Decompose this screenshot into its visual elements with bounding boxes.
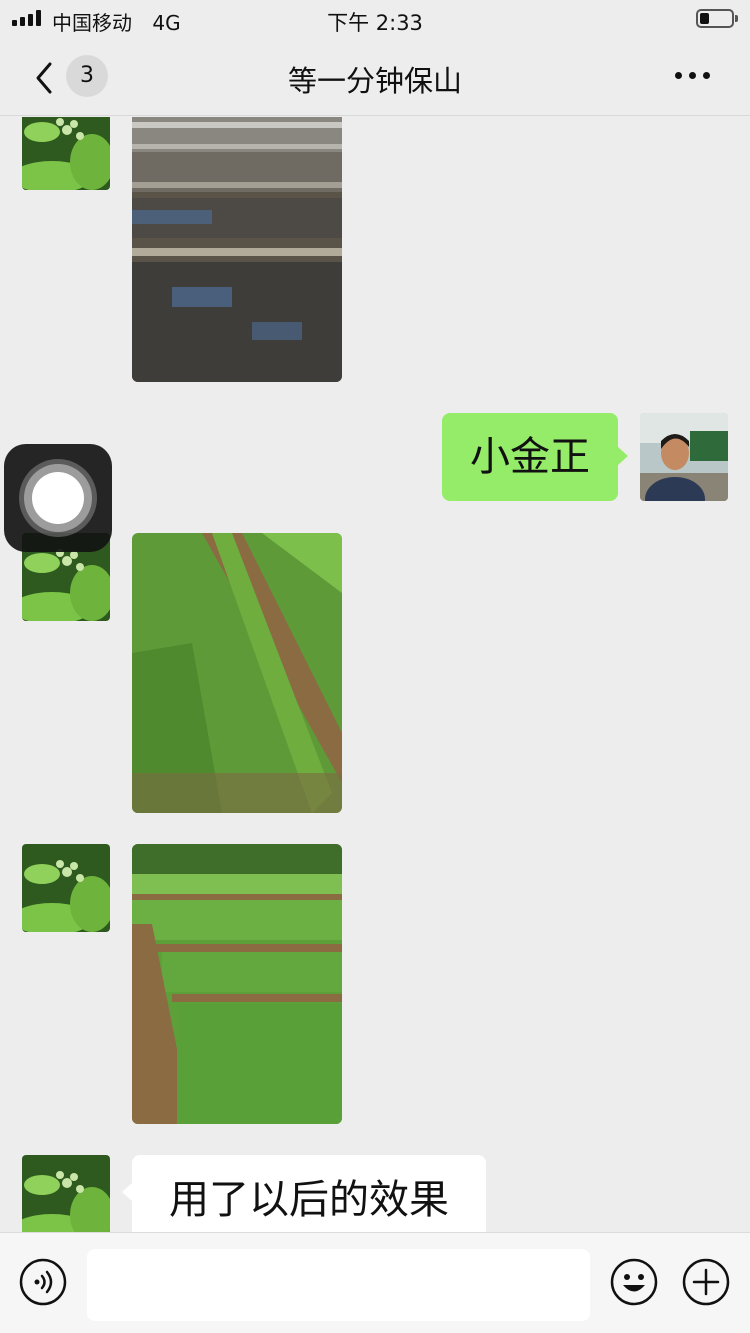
message-input[interactable] — [87, 1249, 590, 1321]
assistive-touch-button[interactable] — [4, 444, 112, 552]
chat-header: 3 等一分钟保山 — [0, 38, 750, 116]
leaf-avatar-icon — [22, 1155, 110, 1232]
status-bar: 中国移动 4G 下午 2:33 — [0, 0, 750, 38]
emoji-icon[interactable] — [610, 1258, 658, 1306]
green-field-photo[interactable] — [132, 533, 342, 813]
leaf-avatar-icon — [22, 844, 110, 932]
plus-icon[interactable] — [682, 1258, 730, 1306]
user-photo-avatar-icon — [640, 413, 728, 501]
muddy-field-photo[interactable] — [132, 117, 342, 382]
clock: 下午 2:33 — [327, 11, 423, 35]
contact-avatar[interactable] — [22, 117, 110, 190]
green-terrace-photo[interactable] — [132, 844, 342, 1124]
more-icon[interactable] — [675, 72, 710, 79]
chat-title: 等一分钟保山 — [287, 64, 462, 98]
contact-message-bubble[interactable]: 用了以后的效果 — [122, 1155, 486, 1232]
contact-avatar[interactable] — [22, 1155, 110, 1232]
my-avatar[interactable] — [640, 413, 728, 501]
voice-icon[interactable] — [19, 1258, 67, 1306]
message-list[interactable]: 小金正 用了以后的效果 — [0, 117, 750, 1232]
leaf-avatar-icon — [22, 117, 110, 190]
contact-avatar[interactable] — [22, 844, 110, 932]
battery-icon — [696, 9, 738, 28]
input-bar — [0, 1232, 750, 1333]
my-message-bubble[interactable]: 小金正 — [442, 413, 628, 501]
